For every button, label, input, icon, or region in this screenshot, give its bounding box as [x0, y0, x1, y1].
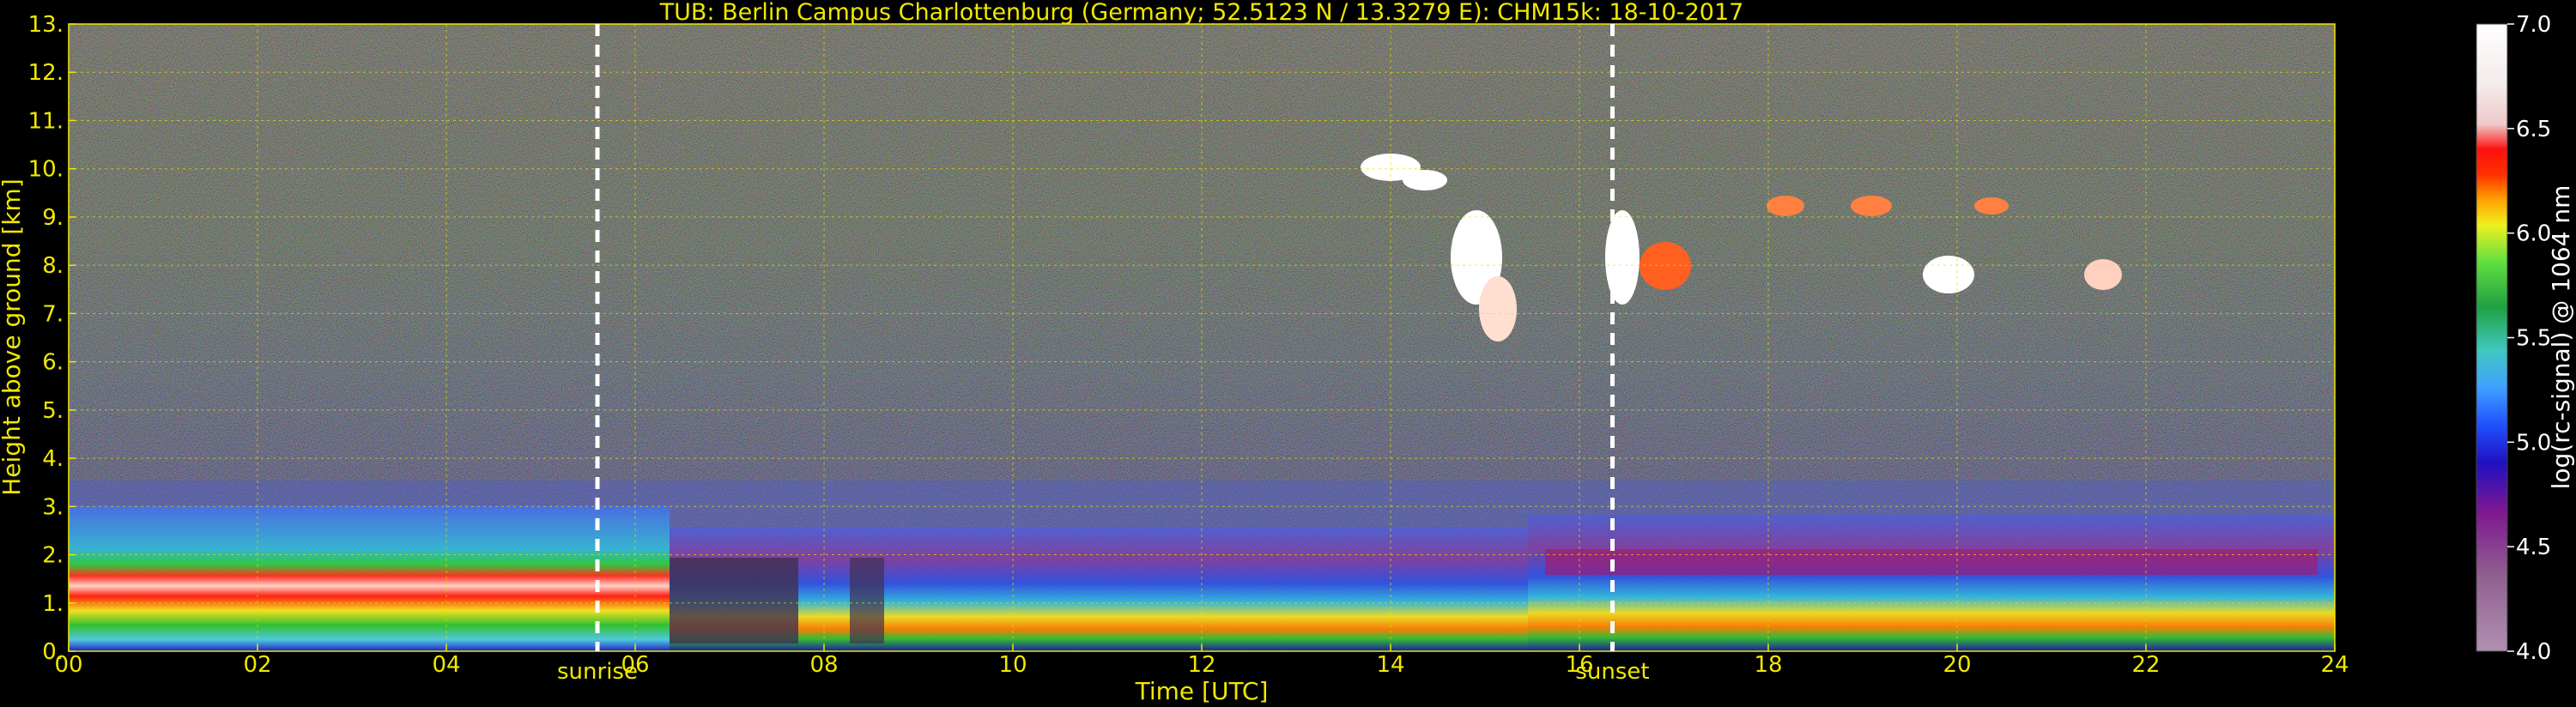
- y-tick-label: 9.: [42, 205, 64, 231]
- x-tick-label: 08: [809, 652, 838, 678]
- chart-title: TUB: Berlin Campus Charlottenburg (Germa…: [659, 0, 1744, 26]
- y-axis-label: Height above ground [km]: [0, 178, 26, 496]
- y-tick-label: 13.: [28, 12, 64, 38]
- y-tick-label: 5.: [42, 398, 64, 424]
- y-tick-label: 8.: [42, 253, 64, 279]
- x-tick-label: 16: [1565, 652, 1593, 678]
- colorbar-ticks: 4.04.55.05.56.06.57.0: [2507, 12, 2551, 665]
- x-tick-label: 18: [1754, 652, 1782, 678]
- colorbar-tick-label: 6.5: [2516, 117, 2551, 142]
- y-tick-label: 1.: [42, 591, 64, 617]
- x-tick-label: 22: [2131, 652, 2160, 678]
- lidar-figure: sunrise sunset 0.1.2.3.4.5.6.7.8.9.10.11.…: [0, 0, 2575, 705]
- x-tick-label: 24: [2320, 652, 2349, 678]
- x-tick-label: 02: [243, 652, 271, 678]
- colorbar-tick-label: 4.0: [2516, 639, 2551, 665]
- y-tick-label: 11.: [28, 108, 64, 134]
- y-tick-label: 7.: [42, 301, 64, 327]
- x-tick-label: 14: [1376, 652, 1404, 678]
- x-tick-label: 20: [1943, 652, 1971, 678]
- x-tick-label: 04: [432, 652, 460, 678]
- x-tick-label: 10: [998, 652, 1027, 678]
- colorbar-label: log(rc-signal) @ 1064 nm: [2547, 185, 2575, 490]
- x-axis-label: Time [UTC]: [1135, 677, 1269, 705]
- y-tick-label: 10.: [28, 157, 64, 183]
- x-tick-label: 06: [621, 652, 649, 678]
- colorbar-tick-label: 7.0: [2516, 12, 2551, 38]
- y-tick-label: 6.: [42, 350, 64, 376]
- colorbar: [2476, 24, 2507, 651]
- x-tick-label: 00: [54, 652, 82, 678]
- y-tick-label: 12.: [28, 60, 64, 86]
- y-tick-label: 3.: [42, 494, 64, 520]
- y-tick-label: 4.: [42, 446, 64, 472]
- colorbar-tick-label: 4.5: [2516, 535, 2551, 560]
- y-tick-label: 2.: [42, 543, 64, 569]
- x-tick-label: 12: [1187, 652, 1215, 678]
